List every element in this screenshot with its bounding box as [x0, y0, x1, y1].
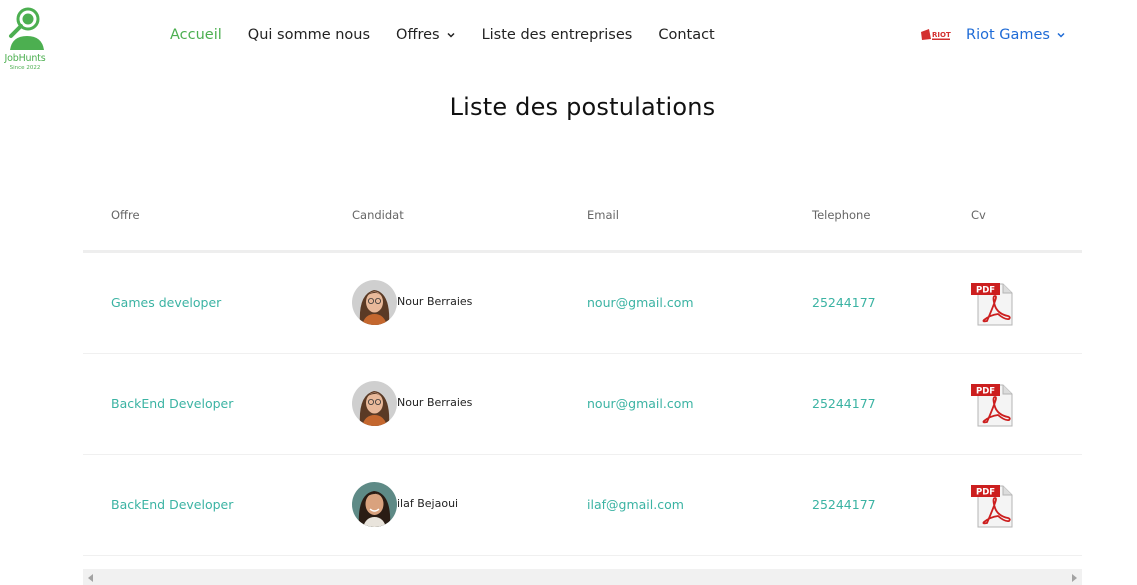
svg-text:PDF: PDF — [976, 488, 995, 498]
nav-item-accueil[interactable]: Accueil — [170, 27, 222, 43]
nav-item-offres[interactable]: Offres — [396, 27, 456, 43]
chevron-down-icon — [1057, 32, 1065, 38]
nav-item-label: Accueil — [170, 27, 222, 43]
candidate-name: Nour Berraies — [397, 396, 473, 409]
offre-link[interactable]: BackEnd Developer — [111, 497, 233, 512]
scroll-right-icon[interactable] — [1072, 574, 1077, 582]
applications-table: Offre Candidat Email Telephone Cv Games … — [83, 190, 1082, 556]
email-link[interactable]: nour@gmail.com — [587, 396, 694, 411]
svg-text:PDF: PDF — [976, 387, 995, 397]
pdf-file-icon[interactable]: PDF — [970, 483, 1014, 529]
avatar-woman-glasses-icon — [352, 381, 397, 426]
company-menu[interactable]: RIOT Riot Games — [920, 25, 1066, 45]
riot-games-logo: RIOT — [921, 29, 951, 40]
pdf-file-icon[interactable]: PDF — [970, 281, 1014, 327]
nav-item-label: Liste des entreprises — [481, 27, 633, 43]
header-cv: Cv — [971, 208, 986, 222]
nav-item-label: Contact — [658, 27, 715, 43]
company-label: Riot Games — [966, 27, 1050, 43]
table-row: Games developer Nour Berraies nour@gmail… — [83, 253, 1082, 354]
header-email: Email — [587, 208, 619, 222]
page-title: Liste des postulations — [449, 93, 716, 121]
chevron-down-icon — [447, 32, 455, 38]
offre-link[interactable]: Games developer — [111, 295, 221, 310]
phone-link[interactable]: 25244177 — [812, 295, 876, 310]
svg-text:RIOT: RIOT — [932, 31, 951, 39]
company-name[interactable]: Riot Games — [966, 27, 1066, 43]
avatar-woman-glasses-icon — [352, 280, 397, 325]
scroll-left-icon[interactable] — [88, 574, 93, 582]
nav-item-label: Qui somme nous — [247, 27, 371, 43]
offre-link[interactable]: BackEnd Developer — [111, 396, 233, 411]
candidate-name: ilaf Bejaoui — [397, 497, 459, 510]
header-candidat: Candidat — [352, 208, 404, 222]
table-row: BackEnd Developer Nour Berraies nour@gma… — [83, 354, 1082, 455]
phone-link[interactable]: 25244177 — [812, 497, 876, 512]
header-telephone: Telephone — [812, 208, 871, 222]
nav-item-label: Offres — [396, 27, 440, 43]
header-offre: Offre — [111, 208, 140, 222]
svg-text:PDF: PDF — [976, 286, 995, 296]
brand-since: Since 2022 — [9, 65, 41, 71]
horizontal-scrollbar[interactable] — [83, 569, 1082, 585]
table-row: BackEnd Developer ilaf Bejaoui ilaf@gmai… — [83, 455, 1082, 556]
candidate-name: Nour Berraies — [397, 295, 473, 308]
phone-link[interactable]: 25244177 — [812, 396, 876, 411]
nav-item-qui-somme-nous[interactable]: Qui somme nous — [248, 27, 370, 43]
pdf-file-icon[interactable]: PDF — [970, 382, 1014, 428]
avatar — [352, 381, 397, 426]
nav-item-liste-entreprises[interactable]: Liste des entreprises — [482, 27, 633, 43]
jobhunts-logo[interactable]: JobHunts Since 2022 — [0, 6, 50, 71]
brand-name: JobHunts — [4, 53, 46, 64]
avatar-woman-smiling-icon — [352, 482, 397, 527]
nav-item-contact[interactable]: Contact — [658, 27, 714, 43]
email-link[interactable]: nour@gmail.com — [587, 295, 694, 310]
avatar — [352, 280, 397, 325]
avatar — [352, 482, 397, 527]
email-link[interactable]: ilaf@gmail.com — [587, 497, 684, 512]
magnifier-person-icon — [9, 7, 44, 50]
main-nav: Accueil Qui somme nous Offres Liste des … — [170, 25, 741, 45]
table-header: Offre Candidat Email Telephone Cv — [83, 190, 1082, 253]
